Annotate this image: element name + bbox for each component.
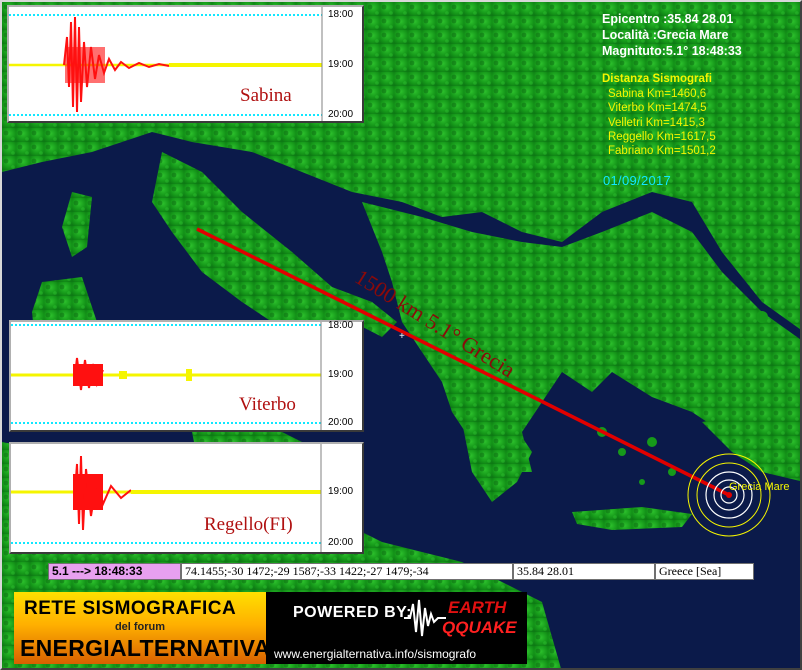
epicentro-text: Epicentro :35.84 28.01	[602, 12, 734, 26]
localita-text: Località :Grecia Mare	[602, 28, 729, 42]
epicenter-label: Grecia Mare	[729, 481, 790, 493]
station-name: Sabina	[240, 85, 292, 106]
main-window: + Epicentro :35.84 28.01 Località :Greci…	[0, 0, 802, 670]
seismograph-sabina[interactable]: 18:00 19:00 20:00 Sabina	[7, 5, 364, 123]
status-magnitude-time: 5.1 ---> 18:48:33	[48, 563, 181, 580]
time-label: 19:00	[328, 59, 354, 70]
sponsor-banner[interactable]: RETE SISMOGRAFICA del forum ENERGIALTERN…	[14, 592, 527, 664]
time-label: 20:00	[328, 537, 354, 548]
distance-item: Viterbo Km=1474,5	[608, 102, 707, 115]
epicenter-info: Epicentro :35.84 28.01 Località :Grecia …	[602, 11, 742, 59]
distance-item: Velletri Km=1415,3	[608, 116, 705, 129]
distance-item: Sabina Km=1460,6	[608, 88, 707, 100]
event-date: 01/09/2017	[603, 173, 672, 188]
powered-by-text: POWERED BY:	[293, 604, 412, 621]
energialternativa-logo: RETE SISMOGRAFICA del forum ENERGIALTERN…	[14, 592, 266, 664]
time-label: 19:00	[328, 486, 354, 497]
seismograph-trace	[11, 322, 322, 430]
magnituto-text: Magnituto:5.1° 18:48:33	[602, 44, 742, 58]
time-label: 20:00	[328, 417, 354, 428]
seismograph-trace	[11, 444, 322, 552]
station-name: Viterbo	[239, 394, 296, 415]
status-coords-list: 74.1455;-30 1472;-29 1587;-33 1422;-27 1…	[181, 563, 513, 580]
time-label: 18:00	[328, 320, 354, 331]
seismograph-trace	[9, 7, 323, 121]
distance-list: Sabina Km=1460,6 Viterbo Km=1474,5 Velle…	[608, 87, 716, 158]
distance-item: Fabriano Km=1501,2	[608, 145, 716, 158]
distance-title: Distanza Sismografi	[602, 73, 712, 85]
station-name: Regello(FI)	[204, 514, 293, 535]
banner-energ-text: ENERGIALTERNATIVA	[20, 635, 266, 661]
time-label: 20:00	[328, 109, 354, 120]
status-bar: 5.1 ---> 18:48:33 74.1455;-30 1472;-29 1…	[48, 563, 754, 580]
status-epicenter-coords: 35.84 28.01	[513, 563, 655, 580]
banner-forum-text: del forum	[114, 621, 166, 633]
seismograph-regello[interactable]: 19:00 20:00 Regello(FI)	[9, 442, 364, 554]
status-region: Greece [Sea]	[655, 563, 754, 580]
distance-item: Reggello Km=1617,5	[608, 130, 716, 143]
logo-earth-text: EARTH	[448, 598, 507, 617]
seismic-wave-icon	[404, 599, 446, 637]
time-label: 19:00	[328, 369, 354, 380]
banner-rete-text: RETE SISMOGRAFICA	[24, 598, 237, 619]
svg-text:+: +	[399, 331, 405, 342]
seismograph-viterbo[interactable]: 18:00 19:00 20:00 Viterbo	[9, 320, 364, 432]
earthquake-logo: EARTH QQUAKE	[402, 596, 522, 640]
time-label: 18:00	[328, 9, 354, 20]
website-link[interactable]: www.energialternativa.info/sismografo	[274, 647, 476, 661]
logo-quake-text: QQUAKE	[442, 618, 517, 637]
